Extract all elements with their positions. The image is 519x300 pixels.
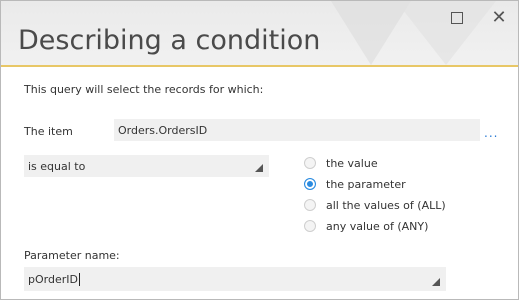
radio-label: the value: [326, 156, 378, 170]
operator-select[interactable]: is equal to: [24, 155, 269, 177]
radio-icon: [304, 220, 316, 232]
radio-the-value[interactable]: the value: [304, 155, 378, 171]
radio-label: all the values of (ALL): [326, 198, 446, 212]
close-button[interactable]: ✕: [486, 5, 512, 31]
item-value: Orders.OrdersID: [118, 123, 208, 137]
radio-checked-icon: [304, 178, 316, 190]
dialog-window: Describing a condition ✕ This query will…: [0, 0, 519, 300]
radio-label: any value of (ANY): [326, 219, 429, 233]
operator-value: is equal to: [28, 159, 86, 173]
dialog-title: Describing a condition: [18, 25, 321, 56]
dialog-content: [1, 67, 518, 299]
radio-all-values[interactable]: all the values of (ALL): [304, 197, 446, 213]
radio-icon: [304, 157, 316, 169]
maximize-button[interactable]: [444, 5, 470, 31]
dropdown-arrow-icon: [255, 164, 263, 172]
item-field[interactable]: Orders.OrdersID: [114, 119, 480, 141]
title-bar[interactable]: Describing a condition ✕: [1, 1, 518, 65]
parameter-value: pOrderID: [28, 272, 78, 286]
parameter-name-input[interactable]: pOrderID: [24, 267, 446, 291]
close-icon: ✕: [491, 7, 507, 28]
radio-label: the parameter: [326, 177, 406, 191]
radio-icon: [304, 199, 316, 211]
text-cursor: [78, 272, 80, 286]
query-description: This query will select the records for w…: [24, 83, 264, 96]
dropdown-arrow-icon: [432, 278, 440, 286]
radio-the-parameter[interactable]: the parameter: [304, 176, 406, 192]
item-label: The item: [24, 125, 73, 138]
maximize-icon: [451, 12, 463, 24]
parameter-label: Parameter name:: [24, 249, 120, 262]
browse-button[interactable]: ...: [484, 126, 498, 140]
radio-any-value[interactable]: any value of (ANY): [304, 218, 428, 234]
